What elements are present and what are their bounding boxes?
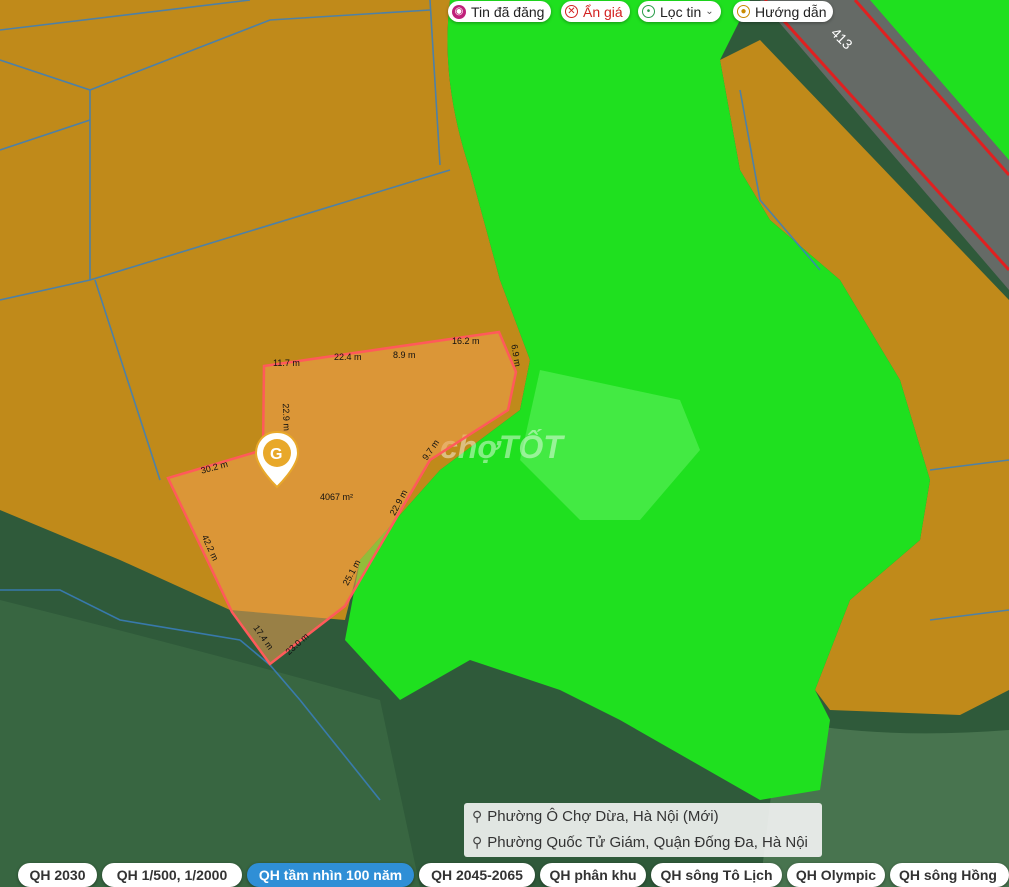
edge-label-13: 22.9 m <box>281 403 292 431</box>
chevron-down-icon: ⌄ <box>705 6 714 17</box>
location-pin-icon: ⚲ <box>472 833 483 850</box>
planning-map[interactable]: 413 chợTỐT 11.7 m 22.4 m 8.9 m 16.2 m 6.… <box>0 0 1009 887</box>
close-circle-icon: ✕ <box>565 5 578 18</box>
edge-label-3: 8.9 m <box>393 350 416 360</box>
tab-qh-song-to-lich[interactable]: QH sông Tô Lịch <box>651 863 782 887</box>
map-pin-icon: • <box>642 5 655 18</box>
edge-label-1: 11.7 m <box>273 358 300 368</box>
tab-qh-1-500[interactable]: QH 1/500, 1/2000 <box>102 863 242 887</box>
tab-qh-phan-khu[interactable]: QH phân khu <box>540 863 646 887</box>
marker-letter: G <box>270 446 282 463</box>
posted-listings-button[interactable]: ◉ Tin đã đăng <box>448 1 552 22</box>
listing-icon: ◉ <box>452 4 466 19</box>
address-old: Phường Quốc Tử Giám, Quận Đống Đa, Hà Nộ… <box>487 833 808 851</box>
planning-tabs-bar: QH 2030 QH 1/500, 1/2000 QH tầm nhìn 100… <box>0 861 1009 887</box>
hide-price-button[interactable]: ✕ Ẩn giá <box>561 1 630 22</box>
address-new-row: ⚲ Phường Ô Chợ Dừa, Hà Nội (Mới) <box>464 803 822 829</box>
hide-price-label: Ẩn giá <box>583 3 623 20</box>
edge-label-2: 22.4 m <box>334 352 362 362</box>
edge-label-4: 16.2 m <box>452 336 480 346</box>
address-panel: ⚲ Phường Ô Chợ Dừa, Hà Nội (Mới) ⚲ Phườn… <box>464 803 822 857</box>
filter-button[interactable]: • Lọc tin ⌄ <box>638 1 721 22</box>
tab-qh-100-years[interactable]: QH tầm nhìn 100 năm <box>247 863 414 887</box>
filter-label: Lọc tin <box>660 3 702 20</box>
location-pin-icon: ⚲ <box>472 807 483 824</box>
tab-qh-2045-2065[interactable]: QH 2045-2065 <box>419 863 535 887</box>
plot-area-label: 4067 m² <box>320 492 353 502</box>
tab-qh-2030[interactable]: QH 2030 <box>18 863 97 887</box>
tab-qh-song-hong[interactable]: QH sông Hồng <box>890 863 1009 887</box>
address-old-row: ⚲ Phường Quốc Tử Giám, Quận Đống Đa, Hà … <box>464 829 822 855</box>
guide-icon: ● <box>737 5 750 18</box>
address-new: Phường Ô Chợ Dừa, Hà Nội (Mới) <box>487 807 719 825</box>
tab-qh-olympic[interactable]: QH Olympic <box>787 863 885 887</box>
posted-listings-label: Tin đã đăng <box>471 3 545 20</box>
guide-button[interactable]: ● Hướng dẫn <box>733 1 834 22</box>
guide-label: Hướng dẫn <box>755 3 827 20</box>
